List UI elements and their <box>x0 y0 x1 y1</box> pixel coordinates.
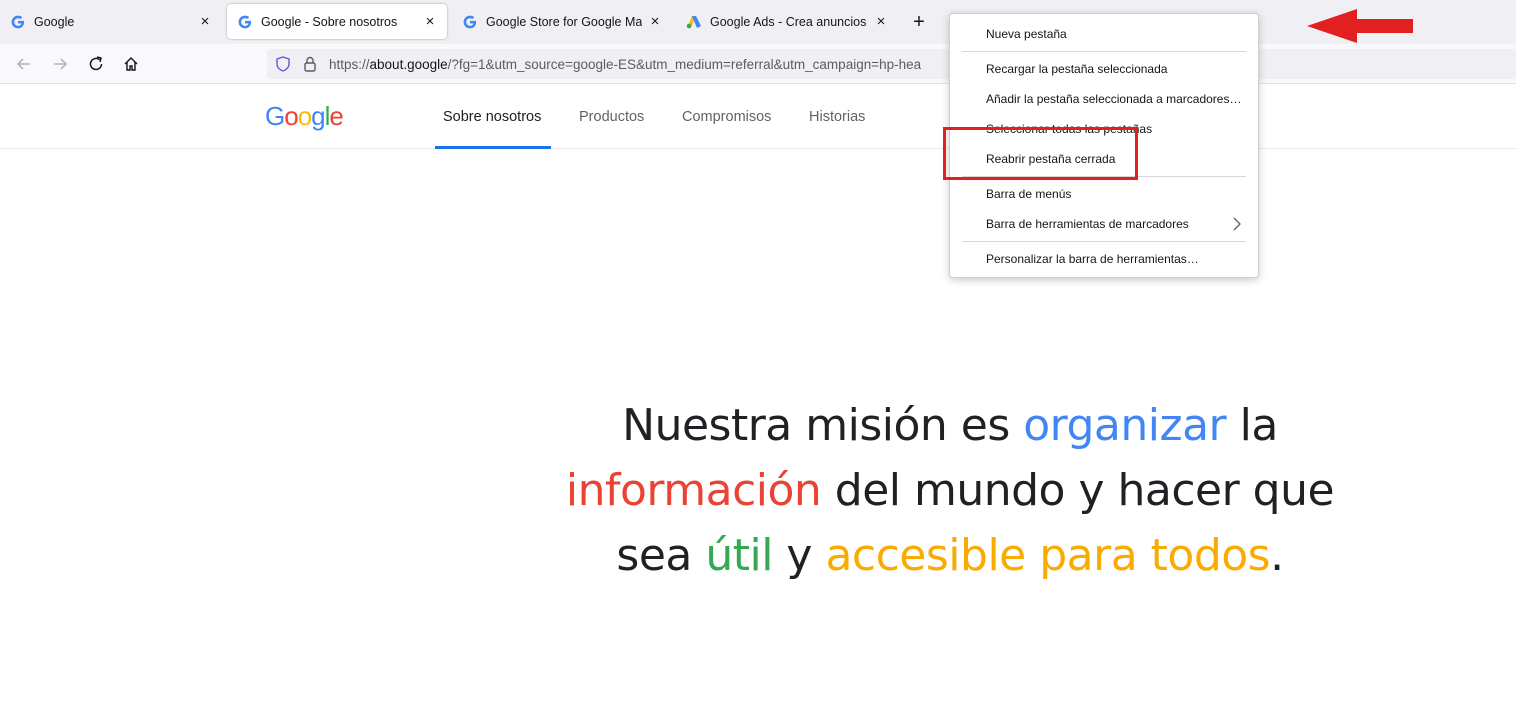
nav-compromisos[interactable]: Compromisos <box>682 109 771 125</box>
tab-google[interactable]: Google × <box>0 4 222 39</box>
home-icon <box>124 57 138 71</box>
hero-highlight-red: información <box>565 465 822 516</box>
close-icon[interactable]: × <box>646 13 664 31</box>
hero-text: . <box>1270 530 1284 581</box>
menu-item-nueva-pestana[interactable]: Nueva pestaña <box>950 21 1258 47</box>
hero-text: y <box>772 530 826 581</box>
google-g-icon <box>237 14 253 30</box>
menu-item-barra-menus[interactable]: Barra de menús <box>950 181 1258 207</box>
active-nav-indicator <box>435 146 551 149</box>
tab-title: Google <box>34 14 75 29</box>
menu-separator <box>962 51 1246 52</box>
logo-letter: o <box>297 101 313 131</box>
nav-productos[interactable]: Productos <box>579 109 644 125</box>
arrow-back-icon <box>16 58 30 70</box>
url-path: /?fg=1&utm_source=google-ES&utm_medium=r… <box>447 56 922 72</box>
google-ads-icon <box>686 14 702 30</box>
tab-sobre-nosotros[interactable]: Google - Sobre nosotros × <box>227 4 447 39</box>
nav-historias[interactable]: Historias <box>809 109 865 125</box>
tab-title: Google Ads - Crea anuncios onl <box>710 14 868 29</box>
chevron-right-icon <box>1233 217 1241 231</box>
hero-text: Nuestra misión es <box>622 400 1024 451</box>
logo-letter: e <box>329 101 344 131</box>
hero-text: la <box>1226 400 1279 451</box>
url-domain: about.google <box>369 56 448 72</box>
url-text: https://about.google/?fg=1&utm_source=go… <box>329 57 921 72</box>
menu-item-personalizar[interactable]: Personalizar la barra de herramientas… <box>950 246 1258 272</box>
home-button[interactable] <box>117 50 145 78</box>
logo-letter: o <box>284 101 299 131</box>
new-tab-button[interactable]: + <box>907 10 931 34</box>
close-icon[interactable]: × <box>872 13 890 31</box>
mission-statement: Nuestra misión es organizar la informaci… <box>560 393 1340 588</box>
menu-item-anadir-marcadores[interactable]: Añadir la pestaña seleccionada a marcado… <box>950 86 1258 112</box>
hero-highlight-yellow: accesible para todos <box>825 530 1271 581</box>
nav-sobre-nosotros[interactable]: Sobre nosotros <box>443 109 541 125</box>
reload-icon <box>89 56 103 71</box>
tab-google-store[interactable]: Google Store for Google Made D × <box>452 4 672 39</box>
logo-letter: G <box>265 101 285 131</box>
forward-button[interactable] <box>46 50 74 78</box>
url-scheme: https:// <box>329 56 370 72</box>
tab-strip: Google × Google - Sobre nosotros × Googl… <box>0 0 1516 44</box>
logo-letter: g <box>311 101 326 131</box>
shield-icon[interactable] <box>275 56 291 72</box>
menu-item-label: Barra de herramientas de marcadores <box>986 217 1189 231</box>
menu-separator <box>962 241 1246 242</box>
menu-item-barra-marcadores[interactable]: Barra de herramientas de marcadores <box>950 211 1258 237</box>
google-logo[interactable]: Google <box>265 101 344 132</box>
close-icon[interactable]: × <box>421 13 439 31</box>
annotation-highlight-box <box>943 127 1138 180</box>
tab-title: Google - Sobre nosotros <box>261 14 398 29</box>
close-icon[interactable]: × <box>196 13 214 31</box>
reload-button[interactable] <box>82 50 110 78</box>
back-button[interactable] <box>10 50 38 78</box>
site-header: Google Sobre nosotros Productos Compromi… <box>0 85 1516 149</box>
lock-icon[interactable] <box>303 56 317 72</box>
arrow-forward-icon <box>54 58 68 70</box>
tab-title: Google Store for Google Made D <box>486 14 642 29</box>
google-g-icon <box>462 14 478 30</box>
nav-toolbar: https://about.google/?fg=1&utm_source=go… <box>0 44 1516 84</box>
arrow-left-icon <box>1307 9 1413 43</box>
hero-highlight-green: útil <box>705 530 773 581</box>
tab-google-ads[interactable]: Google Ads - Crea anuncios onl × <box>676 4 898 39</box>
url-bar[interactable]: https://about.google/?fg=1&utm_source=go… <box>267 49 1516 79</box>
google-g-icon <box>10 14 26 30</box>
menu-item-recargar[interactable]: Recargar la pestaña seleccionada <box>950 56 1258 82</box>
hero-highlight-blue: organizar <box>1023 400 1227 451</box>
